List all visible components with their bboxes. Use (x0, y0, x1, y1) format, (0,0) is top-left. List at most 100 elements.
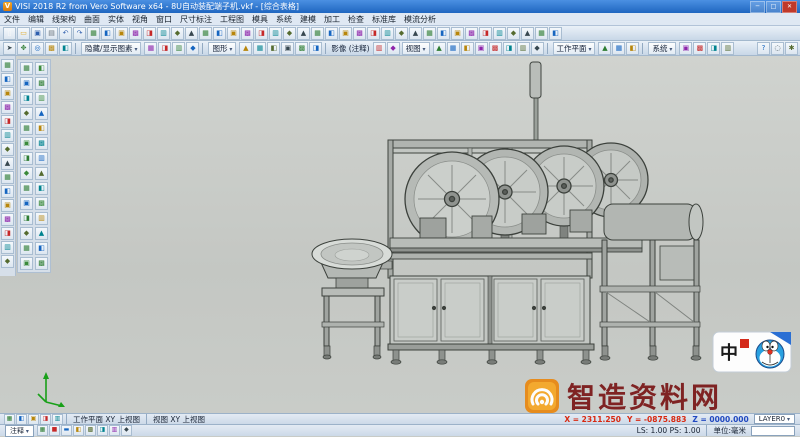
palette-icon[interactable]: ▦ (20, 62, 33, 75)
toolbar-icon[interactable]: ◆ (395, 27, 408, 40)
tab-workplane[interactable]: 工作平面 (553, 42, 596, 55)
toolbar-icon[interactable]: ▦ (447, 42, 460, 55)
palette-icon[interactable]: ▦ (20, 182, 33, 195)
circle-icon[interactable]: ▲ (1, 157, 14, 170)
track-icon[interactable]: ▥ (109, 425, 120, 436)
grid-icon[interactable]: ▩ (85, 425, 96, 436)
toolbar-icon[interactable]: ◨ (158, 42, 171, 55)
osnap-icon[interactable]: ◨ (97, 425, 108, 436)
toolbar-icon[interactable]: ◧ (1, 185, 14, 198)
palette-icon[interactable]: ▦ (20, 242, 33, 255)
palette-icon[interactable]: ▥ (35, 212, 48, 225)
open-folder-icon[interactable]: ▭ (17, 27, 30, 40)
workplane-status[interactable]: 工作平面 XY 上视图 (70, 414, 143, 425)
toolbar-icon[interactable]: ◨ (255, 27, 268, 40)
menu-item-检查[interactable]: 检查 (344, 14, 368, 25)
palette-icon[interactable]: ◧ (35, 62, 48, 75)
toolbar-icon[interactable]: ◆ (1, 255, 14, 268)
save-icon[interactable]: ▣ (31, 27, 44, 40)
toolbar-icon[interactable]: ▦ (144, 42, 157, 55)
toolbar-icon[interactable]: ▦ (311, 27, 324, 40)
pan-icon[interactable]: ✥ (17, 42, 30, 55)
palette-icon[interactable]: ◧ (35, 242, 48, 255)
toolbar-icon[interactable]: ▩ (129, 27, 142, 40)
palette-icon[interactable]: ◆ (20, 167, 33, 180)
toolbar-icon[interactable]: ▲ (409, 27, 422, 40)
toolbar-icon[interactable]: ▩ (295, 42, 308, 55)
toolbar-icon[interactable]: ▦ (423, 27, 436, 40)
menu-item-线架构[interactable]: 线架构 (48, 14, 80, 25)
color-icon[interactable]: ■ (49, 425, 60, 436)
toolbar-icon[interactable]: ◧ (325, 27, 338, 40)
tab-system[interactable]: 系统 (648, 42, 676, 55)
palette-icon[interactable]: ▥ (35, 152, 48, 165)
palette-icon[interactable]: ▣ (20, 197, 33, 210)
menu-item-加工[interactable]: 加工 (320, 14, 344, 25)
curve-icon[interactable]: ◨ (1, 115, 14, 128)
toolbar-icon[interactable]: ◨ (479, 27, 492, 40)
palette-icon[interactable]: ▩ (35, 257, 48, 270)
close-button[interactable]: ✕ (782, 1, 797, 13)
wireframe-icon[interactable]: ▦ (1, 59, 14, 72)
toolbar-icon[interactable]: ◆ (507, 27, 520, 40)
search-icon[interactable]: ◌ (771, 42, 784, 55)
menu-item-文件[interactable]: 文件 (0, 14, 24, 25)
menu-item-系统[interactable]: 系统 (272, 14, 296, 25)
menu-item-模具[interactable]: 模具 (248, 14, 272, 25)
toolbar-icon[interactable]: ▲ (598, 42, 611, 55)
toolbar-icon[interactable]: ▦ (612, 42, 625, 55)
sketch-icon[interactable]: ▩ (1, 101, 14, 114)
palette-icon[interactable]: ▩ (35, 197, 48, 210)
palette-icon[interactable]: ◆ (20, 227, 33, 240)
menu-item-建模[interactable]: 建模 (296, 14, 320, 25)
toolbar-icon[interactable]: ▣ (451, 27, 464, 40)
toolbar-icon[interactable]: ▩ (1, 213, 14, 226)
toolbar-icon[interactable]: ◧ (267, 42, 280, 55)
toolbar-icon[interactable]: ▦ (1, 171, 14, 184)
toolbar-icon[interactable]: ◨ (367, 27, 380, 40)
command-input[interactable] (751, 426, 795, 436)
menu-item-窗口[interactable]: 窗口 (152, 14, 176, 25)
toolbar-icon[interactable]: ▣ (1, 199, 14, 212)
menu-item-模流分析[interactable]: 模流分析 (400, 14, 440, 25)
toolbar-icon[interactable]: ◧ (626, 42, 639, 55)
toolbar-icon[interactable]: ▩ (465, 27, 478, 40)
palette-icon[interactable]: ◆ (20, 107, 33, 120)
toolbar-icon[interactable]: ◆ (387, 42, 400, 55)
undo-icon[interactable]: ↶ (59, 27, 72, 40)
toolbar-icon[interactable]: ◆ (171, 27, 184, 40)
toolbar-icon[interactable]: ▥ (373, 42, 386, 55)
snap-center-icon[interactable]: ◨ (40, 414, 51, 425)
toolbar-icon[interactable]: ▥ (493, 27, 506, 40)
menu-item-标准库[interactable]: 标准库 (368, 14, 400, 25)
toolbar-icon[interactable]: ▣ (115, 27, 128, 40)
menu-item-工程图[interactable]: 工程图 (216, 14, 248, 25)
select-icon[interactable]: ➤ (3, 42, 16, 55)
menu-item-曲面[interactable]: 曲面 (80, 14, 104, 25)
tab-view[interactable]: 视图 (402, 42, 430, 55)
toolbar-icon[interactable]: ▩ (353, 27, 366, 40)
toolbar-icon[interactable]: ▦ (87, 27, 100, 40)
menu-item-实体[interactable]: 实体 (104, 14, 128, 25)
toolbar-icon[interactable]: ▣ (227, 27, 240, 40)
help-icon[interactable]: ? (757, 42, 770, 55)
toolbar-icon[interactable]: ◧ (101, 27, 114, 40)
toolbar-icon[interactable]: ▲ (297, 27, 310, 40)
linetype-icon[interactable]: ▬ (61, 425, 72, 436)
redo-icon[interactable]: ↷ (73, 27, 86, 40)
toolbar-icon[interactable]: ◆ (186, 42, 199, 55)
palette-icon[interactable]: ▣ (20, 257, 33, 270)
palette-icon[interactable]: ◨ (20, 212, 33, 225)
menu-item-编辑[interactable]: 编辑 (24, 14, 48, 25)
minimize-button[interactable]: ─ (750, 1, 765, 13)
palette-icon[interactable]: ▣ (20, 77, 33, 90)
toolbar-icon[interactable]: ◨ (143, 27, 156, 40)
zoom-icon[interactable]: ◎ (31, 42, 44, 55)
toolbar-icon[interactable]: ▣ (679, 42, 692, 55)
toolbar-icon[interactable]: ▩ (489, 42, 502, 55)
toolbar-icon[interactable]: ◨ (503, 42, 516, 55)
snap-mid-icon[interactable]: ▣ (28, 414, 39, 425)
layer-icon[interactable]: ▦ (37, 425, 48, 436)
palette-icon[interactable]: ▣ (20, 137, 33, 150)
layer-dropdown[interactable]: LAYER0 (754, 414, 795, 424)
